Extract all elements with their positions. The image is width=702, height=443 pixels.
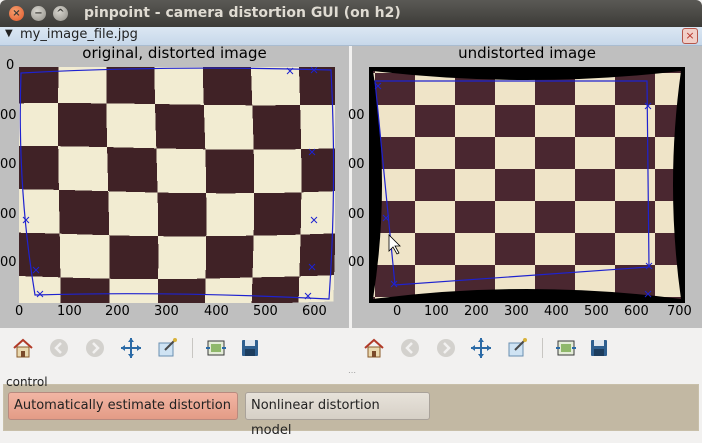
y-tick-label: 0	[6, 58, 15, 73]
y-tick-label: 00	[0, 157, 17, 172]
back-button[interactable]	[397, 335, 423, 361]
home-icon	[364, 338, 384, 358]
save-icon	[591, 340, 607, 356]
right-plot-toolbar	[352, 330, 702, 366]
subplots-button[interactable]	[553, 335, 579, 361]
forward-icon	[86, 339, 104, 357]
x-tick-label: 100	[57, 304, 82, 319]
back-icon	[401, 339, 419, 357]
pan-icon	[121, 338, 141, 358]
x-tick-label: 0	[393, 304, 402, 319]
undistorted-plot-panel: undistorted image 00 00 00 00 0 100 200 …	[348, 44, 702, 328]
x-tick-label: 200	[464, 304, 489, 319]
x-tick-label: 100	[424, 304, 449, 319]
x-tick-label: 400	[544, 304, 569, 319]
pan-icon	[471, 338, 491, 358]
zoom-icon	[158, 338, 177, 357]
pan-button[interactable]	[468, 335, 494, 361]
control-label: control	[6, 375, 48, 389]
window-maximize-button[interactable]: ^	[53, 6, 68, 21]
toolbar-separator	[542, 338, 543, 358]
x-tick-label: 500	[584, 304, 609, 319]
y-tick-label: 00	[0, 108, 17, 123]
save-icon	[242, 340, 258, 356]
y-tick-label: 00	[348, 207, 365, 222]
zoom-icon	[508, 338, 527, 357]
x-tick-label: 500	[253, 304, 278, 319]
pan-button[interactable]	[118, 335, 144, 361]
distorted-image[interactable]	[19, 67, 335, 303]
toolbar-separator	[192, 338, 193, 358]
subplots-icon	[206, 340, 226, 356]
subplots-button[interactable]	[203, 335, 229, 361]
auto-estimate-distortion-button[interactable]: Automatically estimate distortion	[8, 392, 238, 420]
window-close-button[interactable]: ×	[9, 6, 24, 21]
x-tick-label: 300	[154, 304, 179, 319]
subplots-icon	[556, 340, 576, 356]
home-button[interactable]	[361, 335, 387, 361]
x-tick-label: 600	[302, 304, 327, 319]
nonlinear-distortion-model-button[interactable]: Nonlinear distortion model	[245, 392, 430, 438]
distorted-plot-title: original, distorted image	[82, 44, 267, 62]
x-tick-label: 400	[204, 304, 229, 319]
control-section: control Automatically estimate distortio…	[0, 375, 702, 438]
save-button[interactable]	[586, 335, 612, 361]
save-button[interactable]	[237, 335, 263, 361]
undistorted-image[interactable]	[369, 67, 685, 303]
zoom-button[interactable]	[154, 335, 180, 361]
left-plot-toolbar	[0, 330, 349, 366]
y-tick-label: 00	[0, 207, 17, 222]
expand-arrow-icon[interactable]: ▼	[5, 28, 13, 39]
forward-button[interactable]	[433, 335, 459, 361]
home-icon	[13, 338, 33, 358]
window-titlebar[interactable]: × − ^ pinpoint - camera distortion GUI (…	[0, 0, 702, 27]
file-close-button[interactable]: ×	[682, 28, 698, 44]
undistorted-plot-title: undistorted image	[458, 44, 596, 62]
y-tick-label: 00	[0, 255, 17, 270]
distorted-plot-panel: original, distorted image 0 00 00 00 00 …	[0, 44, 349, 328]
x-tick-label: 700	[667, 304, 692, 319]
x-tick-label: 300	[504, 304, 529, 319]
zoom-button[interactable]	[504, 335, 530, 361]
window-title: pinpoint - camera distortion GUI (on h2)	[84, 5, 401, 21]
back-icon	[50, 339, 68, 357]
y-tick-label: 00	[348, 255, 365, 270]
x-tick-label: 0	[15, 304, 24, 319]
home-button[interactable]	[10, 335, 36, 361]
forward-button[interactable]	[82, 335, 108, 361]
x-tick-label: 200	[105, 304, 130, 319]
forward-icon	[437, 339, 455, 357]
y-tick-label: 00	[348, 108, 365, 123]
y-tick-label: 00	[348, 157, 365, 172]
back-button[interactable]	[46, 335, 72, 361]
window-minimize-button[interactable]: −	[31, 6, 46, 21]
x-tick-label: 600	[624, 304, 649, 319]
file-name: my_image_file.jpg	[20, 27, 138, 42]
